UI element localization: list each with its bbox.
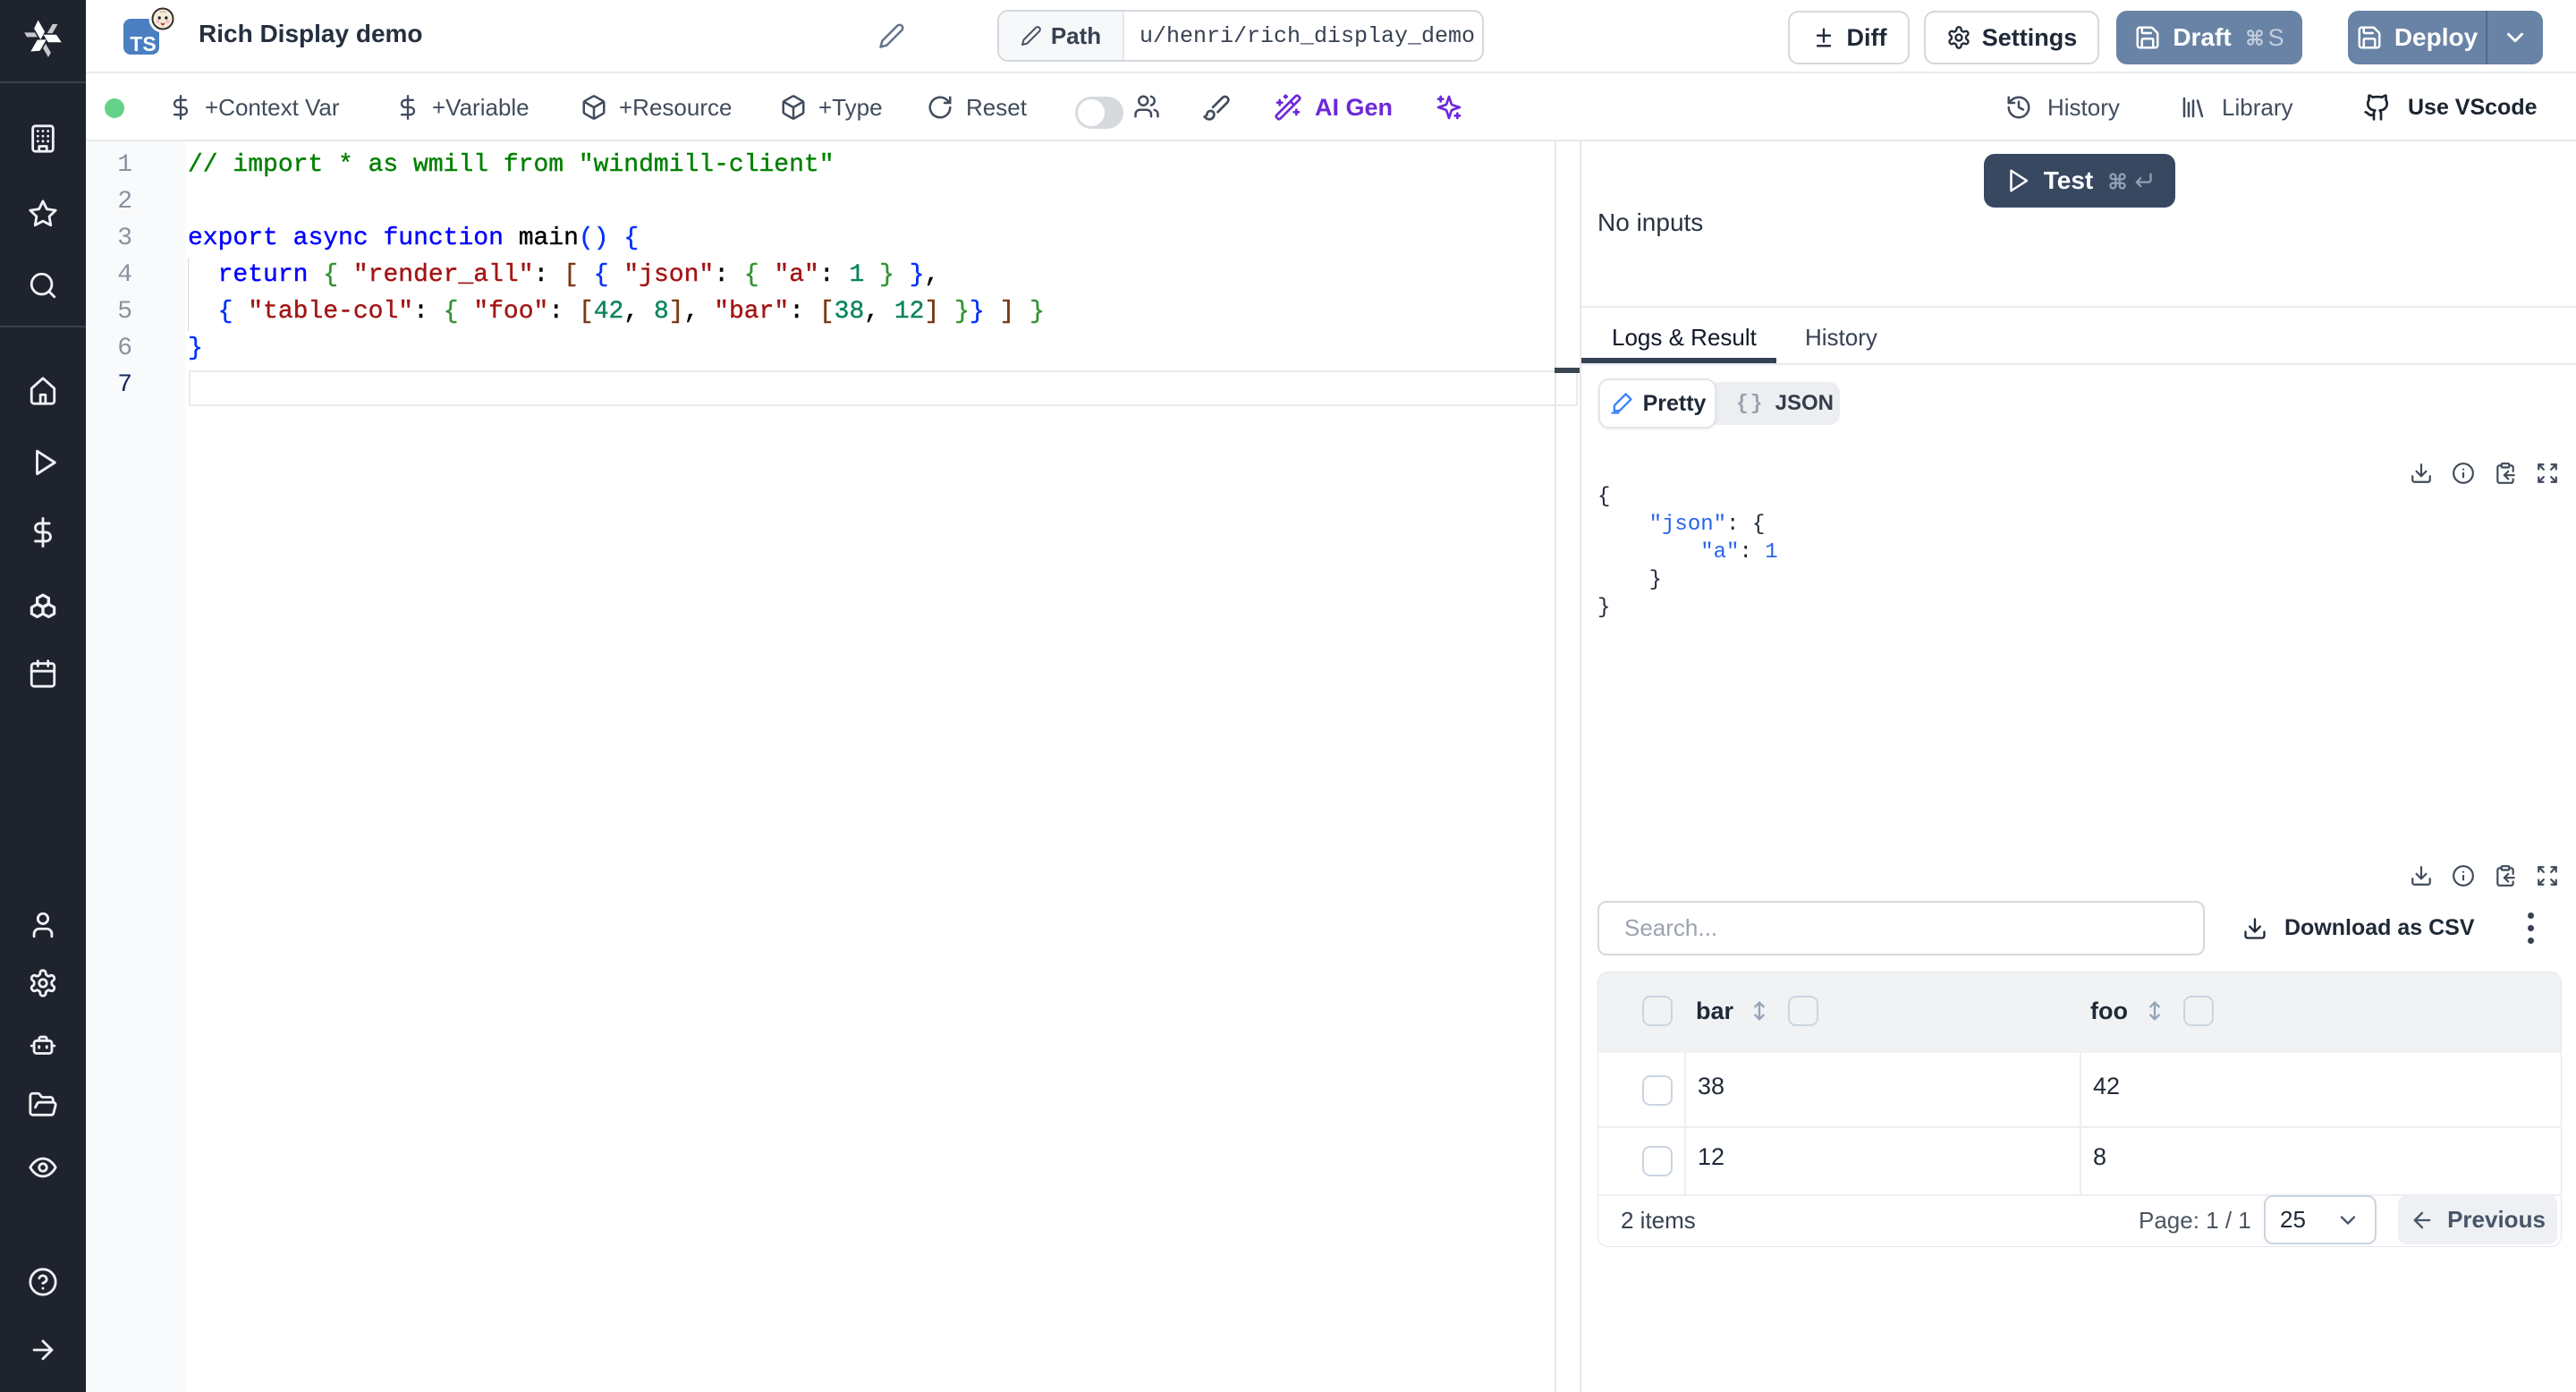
svg-text:TS: TS: [130, 32, 156, 55]
